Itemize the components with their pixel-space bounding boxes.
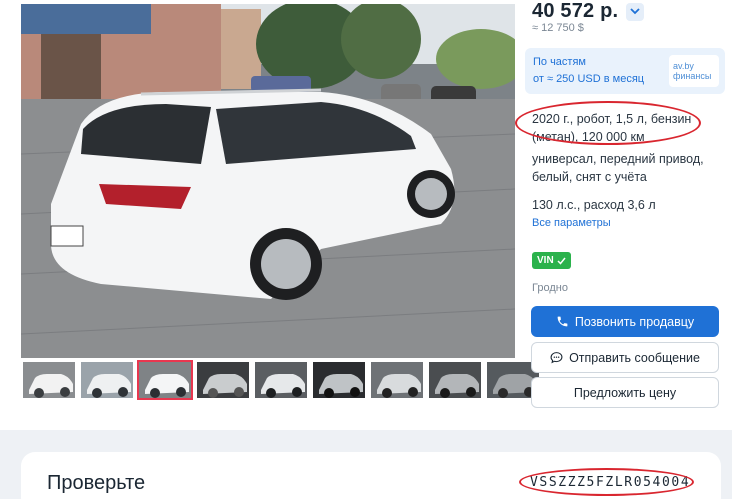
gallery-thumbnail[interactable] <box>195 360 251 400</box>
listing-page: 40 572 р. ≈ 12 750 $ По частям от ≈ 250 … <box>0 0 732 430</box>
price-usd: ≈ 12 750 $ <box>532 22 584 34</box>
gallery-thumbnail[interactable] <box>369 360 425 400</box>
annotation-ellipse-vin <box>519 468 694 496</box>
main-car-photo[interactable] <box>21 4 515 358</box>
logo-line-2: финансы <box>673 71 712 81</box>
gallery-thumbnail[interactable] <box>427 360 483 400</box>
chevron-down-icon[interactable] <box>626 2 645 21</box>
installment-title: По частям <box>533 56 586 68</box>
gallery-thumbnail[interactable] <box>311 360 367 400</box>
gallery-thumbnail[interactable] <box>21 360 77 400</box>
spec-power: 130 л.с., расход 3,6 л <box>532 198 656 212</box>
send-message-label: Отправить сообщение <box>569 350 700 365</box>
call-seller-button[interactable]: Позвонить продавцу <box>531 306 719 337</box>
vin-badge-label: VIN <box>537 255 554 266</box>
make-offer-button[interactable]: Предложить цену <box>531 377 719 408</box>
phone-icon <box>557 316 568 327</box>
city-label: Гродно <box>532 282 568 294</box>
installment-banner[interactable]: По частям от ≈ 250 USD в месяц av.by фин… <box>525 48 725 94</box>
price-byn: 40 572 р. <box>532 0 619 22</box>
check-section-title: Проверьте <box>47 472 146 494</box>
av-finance-logo: av.by финансы <box>669 55 719 87</box>
thumbnail-strip <box>21 360 539 400</box>
make-offer-label: Предложить цену <box>573 385 677 400</box>
vin-verified-badge: VIN <box>532 252 571 269</box>
gallery-thumbnail[interactable] <box>253 360 309 400</box>
installment-subtitle: от ≈ 250 USD в месяц <box>533 73 645 85</box>
send-message-button[interactable]: Отправить сообщение <box>531 342 719 373</box>
logo-line-1: av.by <box>673 61 694 71</box>
spec-body: универсал, передний привод, белый, снят … <box>532 152 704 184</box>
gallery-thumbnail[interactable] <box>79 360 135 400</box>
call-seller-label: Позвонить продавцу <box>574 314 695 329</box>
chat-icon <box>550 352 563 364</box>
annotation-ellipse-specs <box>515 101 701 145</box>
price-row: 40 572 р. <box>532 0 645 23</box>
all-params-link[interactable]: Все параметры <box>532 217 611 229</box>
check-icon <box>557 257 566 265</box>
gallery-thumbnail[interactable] <box>137 360 193 400</box>
listing-info-panel: 40 572 р. ≈ 12 750 $ По частям от ≈ 250 … <box>525 0 732 430</box>
